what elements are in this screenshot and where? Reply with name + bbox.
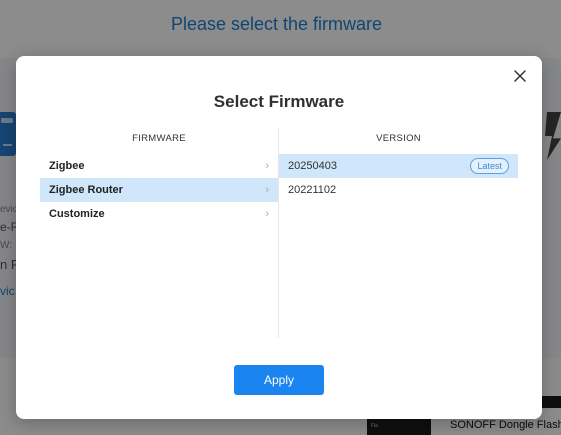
dialog-title: Select Firmware <box>213 92 345 111</box>
apply-button[interactable]: Apply <box>234 365 324 395</box>
version-list: VERSION 20250403 Latest 20221102 <box>279 128 518 338</box>
chevron-right-icon: › <box>265 208 269 220</box>
firmware-item-zigbee-router[interactable]: Zigbee Router › <box>40 178 278 202</box>
firmware-item-label: Customize <box>49 208 105 220</box>
version-item-label: 20221102 <box>288 184 337 196</box>
version-item-20250403[interactable]: 20250403 Latest <box>279 154 518 178</box>
version-item-20221102[interactable]: 20221102 <box>279 178 518 202</box>
firmware-item-zigbee[interactable]: Zigbee › <box>40 154 278 178</box>
chevron-right-icon: › <box>265 160 269 172</box>
close-icon[interactable] <box>510 66 530 86</box>
select-firmware-dialog: Select Firmware FIRMWARE Zigbee › Zigbee… <box>16 56 542 419</box>
firmware-item-label: Zigbee Router <box>49 184 123 196</box>
firmware-item-label: Zigbee <box>49 160 85 172</box>
chevron-right-icon: › <box>265 184 269 196</box>
firmware-list: FIRMWARE Zigbee › Zigbee Router › Custom… <box>40 128 278 338</box>
firmware-item-customize[interactable]: Customize › <box>40 202 278 226</box>
version-column-header: VERSION <box>376 133 421 144</box>
version-item-label: 20250403 <box>288 160 337 172</box>
firmware-column-header: FIRMWARE <box>132 133 186 144</box>
latest-badge: Latest <box>470 158 509 174</box>
